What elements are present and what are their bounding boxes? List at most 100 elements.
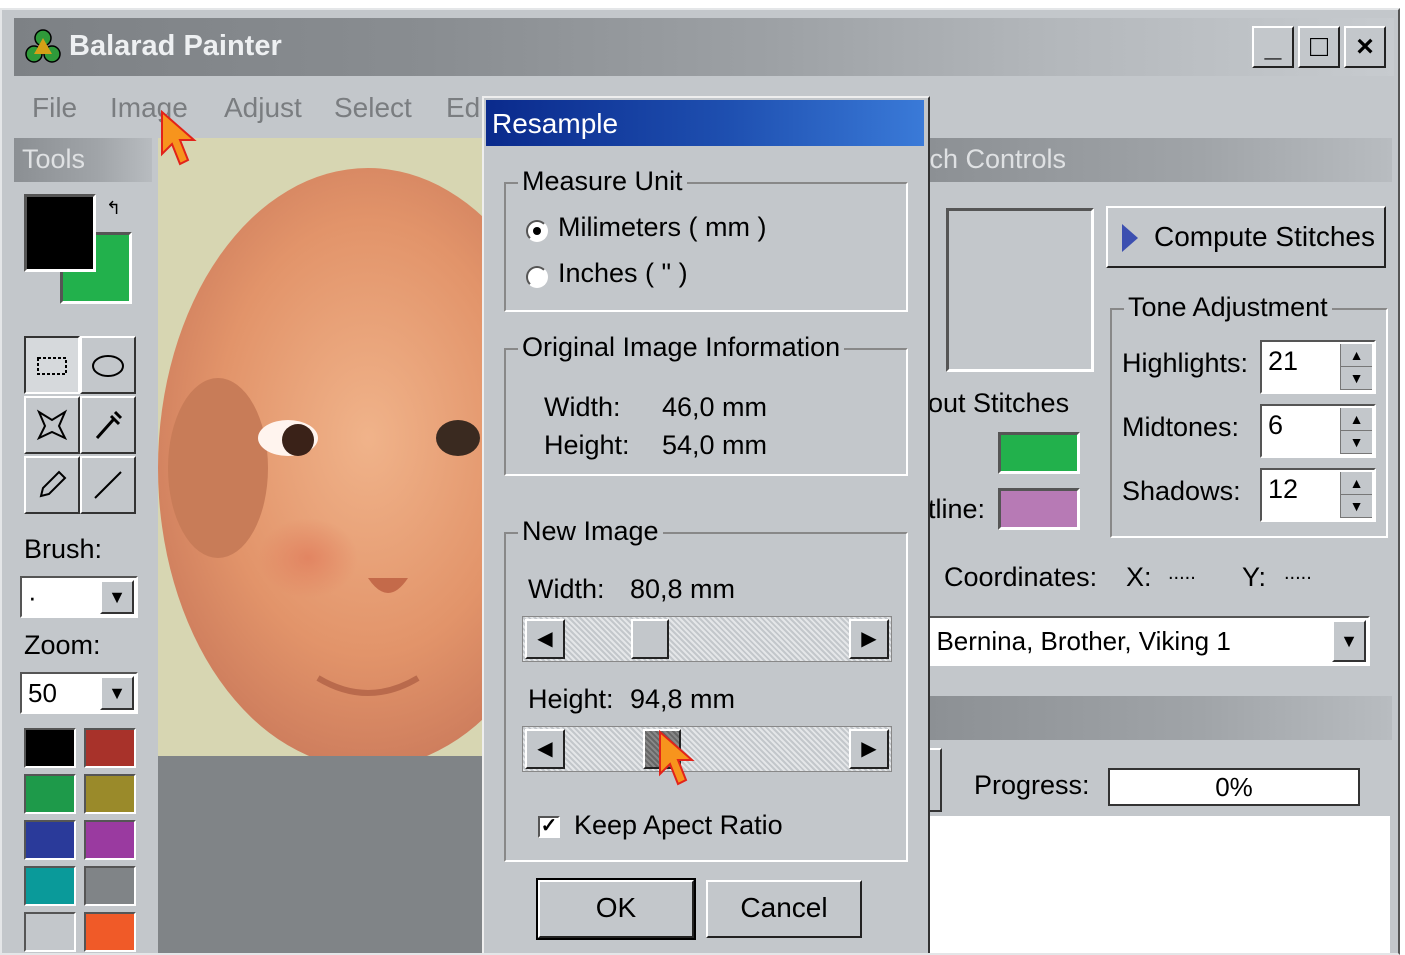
compute-stitches-label: Compute Stitches	[1154, 221, 1375, 252]
menu-file[interactable]: File	[32, 92, 77, 124]
progress-bar: 0%	[1108, 768, 1360, 806]
outline-color-well[interactable]	[998, 488, 1080, 530]
baby-photo	[158, 138, 488, 756]
shadows-spinner[interactable]: 12 ▲ ▼	[1260, 468, 1376, 522]
palette-swatch[interactable]	[24, 820, 76, 860]
keep-aspect-checkbox[interactable]: ✓	[538, 816, 560, 838]
cancel-button[interactable]: Cancel	[706, 880, 862, 938]
baby-photo-image	[158, 138, 488, 756]
orig-height-label: Height:	[544, 430, 630, 460]
ellipse-select-icon	[92, 355, 124, 377]
spin-up-icon[interactable]: ▲	[1341, 408, 1372, 431]
midtones-spinner[interactable]: 6 ▲ ▼	[1260, 404, 1376, 458]
color-swatches: ↰	[24, 194, 134, 306]
new-width-label: Width:	[528, 574, 605, 604]
menu-edit[interactable]: Ed	[446, 92, 480, 124]
menu-select[interactable]: Select	[334, 92, 412, 124]
compute-stitches-button[interactable]: Compute Stitches	[1106, 206, 1386, 268]
resample-dialog: Resample Measure Unit Milimeters ( mm ) …	[482, 96, 930, 953]
width-slider[interactable]: ◀ ▶	[522, 616, 892, 662]
coordinates-label: Coordinates:	[944, 562, 1098, 592]
scroll-right-icon[interactable]: ▶	[849, 619, 889, 659]
swap-colors-icon[interactable]: ↰	[106, 198, 121, 219]
menu-adjust[interactable]: Adjust	[224, 92, 302, 124]
close-button[interactable]: ×	[1344, 26, 1386, 68]
mouse-cursor-icon	[659, 730, 695, 786]
title-bar[interactable]: Balarad Painter _ □ ×	[14, 18, 1394, 76]
highlights-spinner[interactable]: 21 ▲ ▼	[1260, 340, 1376, 394]
radio-millimeters[interactable]	[526, 220, 548, 242]
output-area	[928, 816, 1390, 953]
orig-width-value: 46,0 mm	[662, 392, 768, 422]
chevron-down-icon[interactable]: ▼	[100, 676, 134, 710]
machine-format-value: , Bernina, Brother, Viking 1	[922, 626, 1231, 656]
coord-x-value: .....	[1168, 562, 1196, 584]
layout-stitches-label: out Stitches	[928, 388, 1070, 418]
chevron-down-icon[interactable]: ▼	[100, 580, 134, 614]
palette-swatch[interactable]	[84, 728, 136, 768]
orig-width-label: Width:	[544, 392, 621, 422]
eyedropper-tool[interactable]	[80, 396, 136, 454]
palette-swatch[interactable]	[24, 912, 76, 952]
foreground-color-swatch[interactable]	[24, 194, 96, 272]
line-tool[interactable]	[80, 456, 136, 514]
shadows-label: Shadows:	[1122, 476, 1241, 506]
dialog-title[interactable]: Resample	[486, 100, 924, 146]
midtones-label: Midtones:	[1122, 412, 1240, 442]
outline-label: tline:	[928, 494, 986, 524]
palette-swatch[interactable]	[84, 820, 136, 860]
unit-in-label[interactable]: Inches ( " )	[558, 258, 688, 289]
rect-select-tool[interactable]	[24, 336, 80, 394]
spin-down-icon[interactable]: ▼	[1341, 431, 1372, 454]
progress-value: 0%	[1215, 772, 1253, 802]
maximize-button[interactable]: □	[1298, 26, 1340, 68]
ok-button[interactable]: OK	[536, 878, 696, 940]
zoom-select[interactable]: 50 ▼	[20, 672, 138, 714]
ellipse-select-tool[interactable]	[80, 336, 136, 394]
zoom-value: 50	[28, 678, 57, 708]
orig-height-value: 54,0 mm	[662, 430, 768, 460]
stitch-preview	[946, 208, 1094, 372]
window-title: Balarad Painter	[69, 30, 282, 62]
machine-format-select[interactable]: , Bernina, Brother, Viking 1 ▼	[914, 616, 1370, 666]
highlights-label: Highlights:	[1122, 348, 1249, 378]
brush-select[interactable]: · ▼	[20, 576, 138, 618]
pencil-tool[interactable]	[24, 456, 80, 514]
mouse-cursor-icon	[161, 110, 197, 166]
spin-down-icon[interactable]: ▼	[1341, 367, 1372, 390]
spin-down-icon[interactable]: ▼	[1341, 495, 1372, 518]
palette-swatch[interactable]	[84, 774, 136, 814]
palette-swatch[interactable]	[24, 866, 76, 906]
eyedropper-icon	[95, 410, 123, 439]
palette-swatch[interactable]	[24, 728, 76, 768]
tools-panel: Tools ↰ Brush: · ▼ Zoom: 50 ▼	[14, 138, 152, 953]
lasso-tool[interactable]	[24, 396, 80, 454]
radio-inches[interactable]	[526, 266, 548, 288]
palette-swatch[interactable]	[84, 866, 136, 906]
main-window: Balarad Painter _ □ × File Image Adjust …	[0, 8, 1400, 955]
midtones-value: 6	[1268, 410, 1284, 440]
scroll-right-icon[interactable]: ▶	[849, 729, 889, 769]
highlights-value: 21	[1268, 346, 1299, 376]
new-width-value: 80,8 mm	[630, 574, 736, 604]
width-slider-thumb[interactable]	[631, 619, 669, 659]
scroll-left-icon[interactable]: ◀	[525, 729, 565, 769]
spin-up-icon[interactable]: ▲	[1341, 344, 1372, 367]
palette-swatch[interactable]	[84, 912, 136, 952]
unit-mm-label[interactable]: Milimeters ( mm )	[558, 212, 766, 243]
rect-select-icon	[37, 357, 67, 375]
scroll-left-icon[interactable]: ◀	[525, 619, 565, 659]
spin-up-icon[interactable]: ▲	[1341, 472, 1372, 495]
chevron-down-icon[interactable]: ▼	[1332, 620, 1366, 662]
height-slider[interactable]: ◀ ▶	[522, 726, 892, 772]
image-canvas[interactable]	[158, 138, 488, 953]
stitch-color-well[interactable]	[998, 432, 1080, 474]
shadows-value: 12	[1268, 474, 1299, 504]
new-height-value: 94,8 mm	[630, 684, 736, 714]
keep-aspect-label[interactable]: Keep Apect Ratio	[574, 810, 783, 841]
minimize-button[interactable]: _	[1252, 26, 1294, 68]
palette-swatch[interactable]	[24, 774, 76, 814]
stitch-controls-header: tch Controls	[914, 138, 1392, 182]
new-image-group: New Image Width: 80,8 mm ◀ ▶ Height: 94,…	[504, 516, 908, 862]
tone-adjustment-group: Tone Adjustment Highlights: 21 ▲ ▼ Midton…	[1110, 292, 1388, 538]
